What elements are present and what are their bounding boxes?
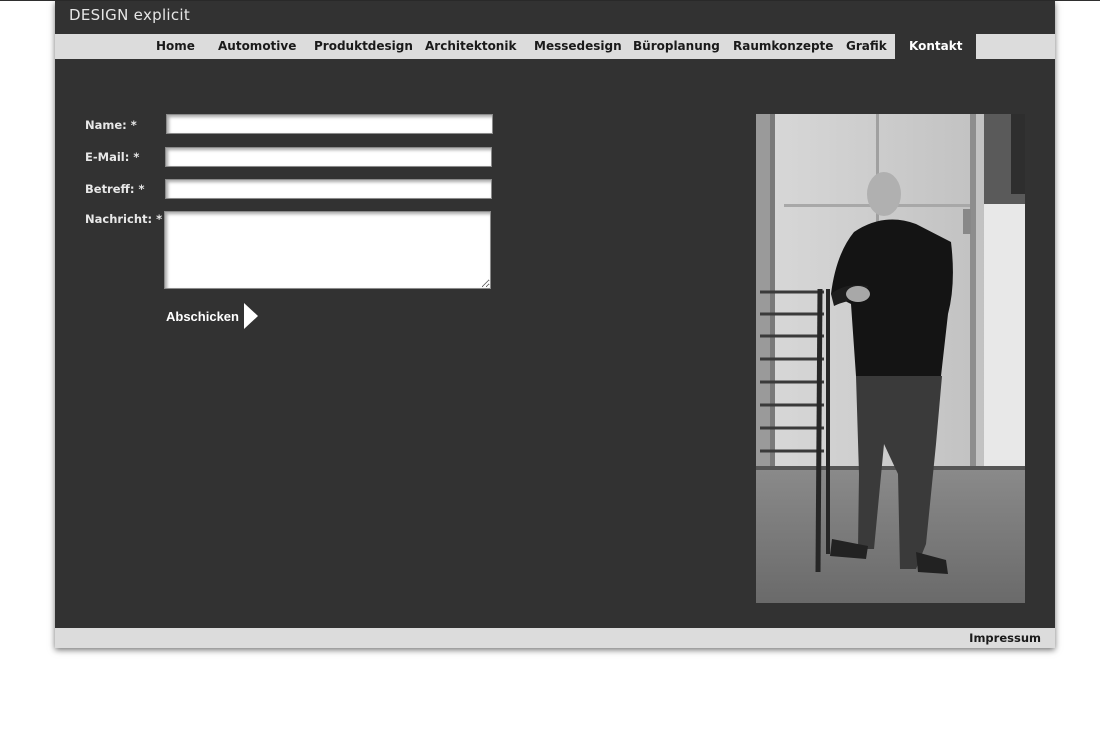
page-frame: DESIGN explicit Home Automotive Produktd… — [55, 1, 1055, 648]
name-field[interactable] — [166, 114, 493, 134]
main-navigation: Home Automotive Produktdesign Architekto… — [55, 34, 1055, 59]
person-photo-icon — [756, 114, 1025, 603]
name-label: Name: * — [85, 118, 137, 132]
subject-field[interactable] — [165, 179, 492, 199]
contact-photo — [756, 114, 1025, 603]
site-logo[interactable]: DESIGN explicit — [69, 6, 190, 24]
nav-item-produktdesign[interactable]: Produktdesign — [314, 34, 413, 59]
email-label: E-Mail: * — [85, 150, 140, 164]
submit-button[interactable]: Abschicken — [166, 302, 258, 330]
contact-section: Name: * E-Mail: * Betreff: * Nachricht: … — [55, 59, 1055, 628]
subject-label: Betreff: * — [85, 182, 145, 196]
site-footer: Impressum — [55, 628, 1055, 648]
nav-item-raumkonzepte[interactable]: Raumkonzepte — [733, 34, 833, 59]
site-header: DESIGN explicit — [55, 1, 1055, 34]
email-field[interactable] — [165, 147, 492, 167]
impressum-link[interactable]: Impressum — [969, 628, 1041, 648]
nav-item-messedesign[interactable]: Messedesign — [534, 34, 622, 59]
nav-item-home[interactable]: Home — [156, 34, 195, 59]
nav-item-automotive[interactable]: Automotive — [218, 34, 296, 59]
nav-item-bueroplanung[interactable]: Büroplanung — [633, 34, 720, 59]
nav-item-grafik[interactable]: Grafik — [846, 34, 887, 59]
arrow-right-icon — [243, 303, 258, 329]
message-field[interactable] — [164, 211, 491, 289]
submit-button-label: Abschicken — [166, 308, 239, 324]
nav-item-kontakt[interactable]: Kontakt — [895, 34, 977, 59]
message-label: Nachricht: * — [85, 212, 163, 226]
nav-item-architektonik[interactable]: Architektonik — [425, 34, 516, 59]
